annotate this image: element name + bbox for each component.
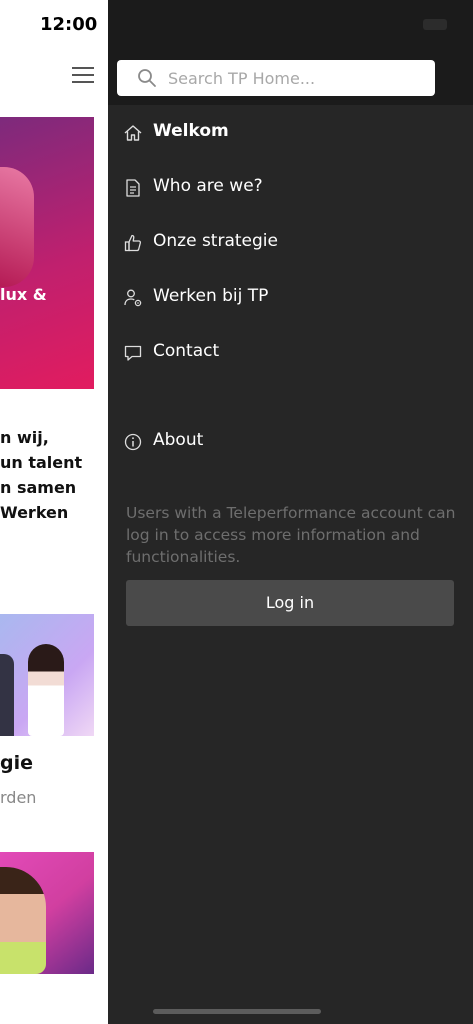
login-info-text: Users with a Teleperformance account can…	[126, 504, 456, 566]
search-icon	[138, 69, 156, 87]
intro-paragraph: n wij, un talent n samen Werken	[0, 425, 82, 525]
status-bar-time: 12:00	[40, 14, 98, 35]
nav-item-onze-strategie[interactable]: Onze strategie	[108, 223, 473, 263]
search-placeholder: Search TP Home...	[168, 69, 316, 88]
content-card[interactable]	[0, 614, 94, 736]
info-icon	[124, 433, 142, 451]
nav-label: Contact	[153, 341, 220, 361]
intro-line: n samen	[0, 478, 77, 497]
intro-line: n wij,	[0, 428, 49, 447]
home-indicator[interactable]	[153, 1009, 321, 1014]
hero-text: lux &	[0, 285, 47, 304]
nav-item-welkom[interactable]: Welkom	[108, 113, 473, 153]
drawer-header: Search TP Home...	[108, 0, 473, 105]
nav-item-werken-bij-tp[interactable]: Werken bij TP	[108, 278, 473, 318]
content-card[interactable]	[0, 852, 94, 974]
person-settings-icon	[124, 289, 142, 307]
nav-label: Werken bij TP	[153, 286, 269, 306]
battery-icon	[423, 19, 447, 30]
nav-item-about[interactable]: About	[108, 422, 473, 462]
card-image	[0, 852, 94, 974]
home-icon	[124, 125, 142, 141]
chat-bubble-icon	[124, 345, 142, 361]
nav-label: Who are we?	[153, 176, 263, 196]
search-input[interactable]: Search TP Home...	[117, 60, 435, 96]
thumbs-up-icon	[124, 234, 142, 252]
document-icon	[126, 179, 140, 197]
nav-label: Welkom	[153, 121, 229, 141]
nav-label: Onze strategie	[153, 231, 278, 251]
status-icons	[417, 17, 447, 32]
nav-label: About	[153, 430, 204, 450]
hamburger-menu-icon[interactable]	[72, 67, 94, 83]
navigation-drawer: Search TP Home... Welkom Who are we? Onz…	[108, 0, 473, 1024]
card-title: gie	[0, 752, 33, 774]
hero-image[interactable]: lux &	[0, 117, 94, 389]
login-button[interactable]: Log in	[126, 580, 454, 626]
card-image	[0, 614, 94, 736]
card-subtitle: rden	[0, 788, 37, 807]
hero-decoration	[0, 167, 34, 287]
background-page: 12:00 lux & n wij, un talent n samen Wer…	[0, 0, 108, 1024]
intro-line: Werken	[0, 503, 69, 522]
nav-item-who-are-we[interactable]: Who are we?	[108, 168, 473, 208]
nav-item-contact[interactable]: Contact	[108, 333, 473, 373]
intro-line: un talent	[0, 453, 83, 472]
